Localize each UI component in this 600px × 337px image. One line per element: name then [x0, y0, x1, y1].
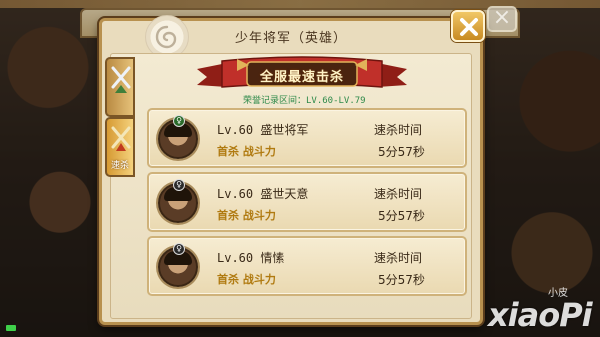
side-tab-label: 速杀 [110, 161, 129, 171]
close-button[interactable] [451, 10, 485, 42]
kill-time-label: 速杀时间 [374, 123, 423, 137]
player-level-name: Lv.60 情愫 [217, 249, 284, 266]
first-kill-power: 首杀 战斗力 [217, 273, 276, 286]
record-level-range: 荣誉记录区间：LV.60-LV.79 [243, 96, 366, 106]
kill-time-value: 5分57秒 [378, 145, 425, 159]
background-close-icon: × [487, 6, 517, 32]
hero-avatar[interactable]: ♀ [158, 243, 198, 287]
record-row[interactable]: ♀ Lv.60 盛世将军 首杀 战斗力 速杀时间 5分57秒 [147, 108, 467, 168]
player-level: Lv.60 [217, 187, 254, 201]
player-level-name: Lv.60 盛世天意 [217, 185, 308, 202]
player-level: Lv.60 [217, 123, 254, 137]
first-kill-power: 首杀 战斗力 [217, 209, 276, 222]
kill-time-value: 5分57秒 [378, 209, 425, 223]
kill-time-label: 速杀时间 [374, 251, 423, 265]
watermark-logo-text: xiaoPi [488, 296, 593, 334]
hero-avatar[interactable]: ♀ [158, 179, 198, 223]
player-name: 盛世天意 [260, 187, 309, 201]
close-icon [460, 18, 478, 36]
banner-title: 全服最速击杀 [259, 70, 344, 85]
kill-time-label: 速杀时间 [374, 187, 423, 201]
player-level: Lv.60 [217, 251, 254, 265]
record-row[interactable]: ♀ Lv.60 情愫 首杀 战斗力 速杀时间 5分57秒 [147, 236, 467, 296]
speed-kill-banner: 全服最速击杀 [197, 55, 407, 95]
class-badge-icon: ♀ [173, 179, 185, 191]
side-tab-speed-kill[interactable]: 速杀 [105, 117, 135, 177]
side-tab-battle[interactable] [105, 57, 135, 117]
battery-indicator [6, 325, 16, 331]
crossed-swords-icon [111, 126, 131, 151]
site-watermark: 小皮 xiaoPi [488, 284, 598, 334]
player-name: 情愫 [260, 251, 285, 265]
hero-avatar[interactable]: ♀ [158, 115, 198, 159]
dialog-title: 少年将军（英雄） [234, 31, 347, 46]
class-badge-icon: ♀ [173, 243, 185, 255]
crossed-swords-icon [111, 66, 131, 93]
record-row[interactable]: ♀ Lv.60 盛世天意 首杀 战斗力 速杀时间 5分57秒 [147, 172, 467, 232]
player-name: 盛世将军 [260, 123, 309, 137]
player-level-name: Lv.60 盛世将军 [217, 121, 308, 138]
class-badge-icon: ♀ [173, 115, 185, 127]
first-kill-power: 首杀 战斗力 [217, 145, 276, 158]
kill-time-value: 5分57秒 [378, 273, 425, 287]
